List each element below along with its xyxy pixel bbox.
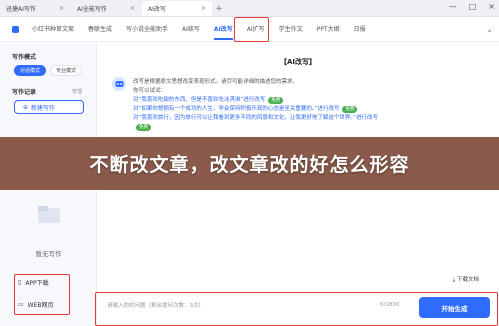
- download-label: 下载文档: [456, 277, 479, 283]
- nav-item-novel[interactable]: 写小说全能助手: [119, 18, 175, 42]
- browser-tab-2[interactable]: AI全能写作 ×: [71, 1, 141, 16]
- highlight-box-input: [95, 292, 498, 326]
- new-tab-button[interactable]: +: [213, 1, 225, 16]
- highlight-box-nav: [234, 17, 269, 42]
- nav-item-ppt[interactable]: PPT大纲: [310, 18, 347, 42]
- page-title: 【AI改写】: [279, 58, 317, 66]
- empty-folder-icon: [38, 206, 60, 223]
- assistant-message: 改写是根据原文思想改变表现形式。请尽可能详细的描述您的需求。 你可以试试： 对“…: [133, 78, 388, 132]
- close-icon[interactable]: ×: [130, 5, 135, 12]
- new-writing-label: 新建写作: [31, 104, 56, 112]
- example-prompt[interactable]: 对“如果你想拥有一个成功的人生，学会保持积极乐观的心态是至关重要的。”进行改写免…: [133, 105, 388, 114]
- browser-tab-label: 迅捷AI写作: [6, 6, 36, 13]
- new-writing-button[interactable]: ⊕ 新建写作: [14, 100, 84, 114]
- nav-item-chunlian[interactable]: 春联生成: [81, 18, 119, 42]
- window-controls: — □ ×: [449, 2, 495, 11]
- browser-tab-strip: 迅捷AI写作 × AI全能写作 × AI改写 × + — □ ×: [0, 0, 499, 17]
- plus-icon: ⊕: [23, 103, 29, 111]
- browser-tab-label: AI全能写作: [77, 6, 107, 13]
- mode-switch: 对话模式 专业模式: [14, 65, 82, 76]
- manage-link[interactable]: 管理: [72, 88, 82, 95]
- nav-item-daily[interactable]: 日报: [347, 18, 373, 42]
- download-doc-button[interactable]: ⤓ 下载文档: [453, 275, 479, 284]
- nav-item-continue[interactable]: AI续写: [175, 18, 207, 42]
- nav-item-essay[interactable]: 学生作文: [272, 18, 310, 42]
- example-prompt[interactable]: 对“我喜欢吃甜的东西，但是不喜欢吃冰淇淋”进行改写 免费: [133, 96, 388, 105]
- mode-title: 写作模式: [12, 54, 37, 61]
- robot-avatar-icon: [112, 77, 126, 91]
- empty-history-text: 暂无写作: [35, 250, 62, 258]
- minimize-icon[interactable]: —: [449, 2, 457, 11]
- browser-tab-3[interactable]: AI改写 ×: [142, 1, 212, 16]
- title-overlay-banner: 不断改文章，改文章改的好怎么形容: [0, 137, 499, 190]
- free-badge: 免费: [268, 97, 284, 104]
- example-prompt[interactable]: 对“我喜欢旅行，因为旅行可以让我看到更多不同的风景和文化，让我更好地了解这个世界…: [133, 114, 388, 132]
- close-icon[interactable]: ×: [201, 5, 206, 12]
- close-window-icon[interactable]: ×: [488, 2, 495, 11]
- browser-tab-1[interactable]: 迅捷AI写作 ×: [0, 1, 70, 16]
- chevron-down-icon[interactable]: ⌄: [486, 25, 493, 34]
- history-title: 写作记录: [12, 89, 37, 96]
- close-icon[interactable]: ×: [59, 5, 64, 12]
- mode-pro-button[interactable]: 专业模式: [50, 65, 82, 76]
- banner-text: 不断改文章，改文章改的好怎么形容: [89, 154, 410, 176]
- example-text: 对“我喜欢吃甜的东西，但是不喜欢吃冰淇淋”进行改写: [133, 97, 266, 103]
- app-logo[interactable]: [12, 26, 19, 33]
- intro-line: 改写是根据原文思想改变表现形式。请尽可能详细的描述您的需求。: [133, 79, 299, 85]
- highlight-box-sidebar: [14, 274, 70, 315]
- nav-item-xiaohongshu[interactable]: 小红书种草文案: [25, 18, 81, 42]
- maximize-icon[interactable]: □: [469, 2, 477, 11]
- free-badge: 免费: [136, 124, 151, 131]
- download-icon: ⤓: [452, 277, 456, 283]
- example-text: 对“如果你想拥有一个成功的人生，学会保持积极乐观的心态是至关重要的。”进行改写: [133, 106, 340, 112]
- mode-chat-button[interactable]: 对话模式: [14, 65, 46, 76]
- browser-tab-label: AI改写: [148, 6, 166, 13]
- example-text: 对“我喜欢旅行，因为旅行可以让我看到更多不同的风景和文化，让我更好地了解这个世界…: [133, 115, 378, 121]
- intro-line: 你可以试试：: [133, 88, 167, 94]
- free-badge: 免费: [342, 106, 358, 113]
